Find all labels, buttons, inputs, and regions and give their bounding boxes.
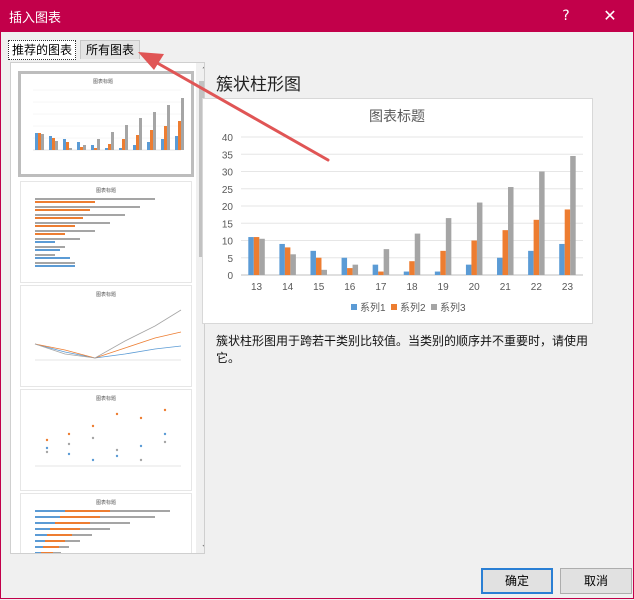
thumbnail-clustered-column-chart: 图表标题	[33, 78, 184, 151]
bar-系列1-21	[497, 257, 503, 275]
y-tick-label: 10	[222, 237, 234, 248]
thumbnail-clustered-bar[interactable]: 图表标题	[20, 181, 192, 283]
bar-系列2-14	[284, 247, 291, 275]
bar-系列2-22	[533, 219, 540, 275]
thumbnail-title: 图表标题	[96, 499, 116, 506]
thumbnail-bars	[35, 98, 184, 150]
chart-description: 簇状柱形图用于跨若干类别比较值。当类别的顺序并不重要时，请使用它。	[216, 334, 589, 365]
bar-系列2-16	[347, 268, 353, 275]
bar-系列1-14	[279, 243, 285, 275]
x-tick-label: 23	[562, 282, 574, 293]
bar-系列1-15	[310, 250, 316, 275]
thumbnail-stacked-bar-chart: 图表标题	[35, 499, 170, 553]
chart-thumbnail-list: 图表标题 图表标题 图表标题 图表标题 图表标题	[10, 62, 205, 554]
thumbnail-clustered-column[interactable]: 图表标题	[18, 71, 194, 177]
bar-系列3-18	[414, 233, 421, 275]
bar-系列3-13	[259, 238, 265, 275]
legend-swatch	[431, 304, 437, 310]
thumbnail-title: 图表标题	[96, 395, 116, 402]
thumbnail-scatter-chart: 图表标题	[35, 395, 181, 467]
x-tick-label: 19	[438, 282, 450, 293]
legend-label: 系列1	[360, 301, 386, 314]
bar-系列1-13	[248, 237, 254, 275]
legend-label: 系列3	[440, 301, 466, 314]
tab-recommended-charts[interactable]: 推荐的图表	[8, 40, 77, 60]
y-tick-label: 20	[222, 202, 234, 213]
bar-系列1-23	[559, 243, 565, 275]
bar-系列1-18	[403, 271, 410, 275]
bar-系列3-15	[321, 269, 327, 275]
scroll-up-icon[interactable]: ⌃	[196, 63, 204, 79]
thumbnail-clustered-bar-chart: 图表标题	[35, 187, 155, 267]
bar-系列3-22	[539, 171, 545, 275]
y-tick-label: 30	[222, 168, 234, 179]
ok-button[interactable]: 确定	[481, 568, 553, 594]
bar-系列1-22	[528, 250, 534, 275]
y-tick-label: 35	[222, 150, 234, 161]
thumbnail-title: 图表标题	[96, 291, 116, 298]
thumbnail-scatter[interactable]: 图表标题	[20, 389, 192, 491]
close-button[interactable]: ✕	[598, 5, 622, 27]
bar-系列1-17	[372, 264, 379, 275]
legend-swatch	[351, 304, 357, 310]
bar-系列1-16	[341, 257, 348, 275]
bar-系列3-20	[476, 202, 483, 275]
x-tick-label: 20	[469, 282, 481, 293]
tab-all-charts[interactable]: 所有图表	[80, 40, 141, 59]
bar-系列3-16	[352, 264, 359, 275]
chart-title: 图表标题	[369, 108, 425, 124]
legend-swatch	[391, 304, 397, 310]
legend-label: 系列2	[400, 301, 426, 314]
x-tick-label: 15	[313, 282, 325, 293]
bar-系列3-21	[508, 187, 514, 275]
help-button[interactable]: ?	[556, 5, 576, 27]
thumbnail-line-chart: 图表标题	[34, 291, 182, 361]
bar-系列1-19	[434, 271, 441, 275]
x-tick-label: 22	[531, 282, 543, 293]
bar-系列3-17	[383, 249, 390, 275]
y-tick-label: 0	[227, 271, 233, 282]
y-tick-label: 15	[222, 219, 234, 230]
thumbnail-line[interactable]: 图表标题	[20, 285, 192, 387]
x-tick-label: 17	[375, 282, 387, 293]
x-tick-label: 16	[344, 282, 356, 293]
bar-系列2-19	[440, 250, 446, 275]
thumbnail-hbars	[35, 198, 155, 267]
x-tick-label: 13	[251, 282, 263, 293]
preview-chart-svg: 图表标题 0 5 10 15 20 25 30 35 40 13 14 15 16 17 18 19 20 21 22…	[222, 108, 583, 314]
bar-系列2-13	[253, 237, 260, 275]
y-tick-label: 25	[222, 185, 234, 196]
bar-系列2-20	[471, 240, 477, 275]
bar-系列2-18	[409, 261, 415, 275]
bar-系列2-21	[502, 230, 509, 275]
chart-preview[interactable]: 图表标题 0 5 10 15 20 25 30 35 40 13 14 15 16 17 18 19 20 21 22…	[202, 98, 593, 324]
scroll-down-icon[interactable]: ⌄	[196, 537, 204, 553]
thumbnail-title: 图表标题	[96, 187, 116, 194]
x-tick-label: 21	[500, 282, 512, 293]
cancel-button[interactable]: 取消	[560, 568, 632, 594]
bar-系列3-23	[570, 155, 576, 275]
thumbnail-title: 图表标题	[93, 78, 113, 85]
bar-系列2-23	[564, 209, 571, 275]
y-tick-label: 5	[227, 254, 233, 265]
x-tick-label: 14	[282, 282, 294, 293]
bar-系列3-19	[445, 218, 452, 275]
title-bar: 插入图表 ? ✕	[0, 0, 634, 32]
thumbnail-stacked-bar[interactable]: 图表标题	[20, 493, 192, 553]
bar-系列2-17	[378, 271, 384, 275]
bar-系列3-14	[290, 254, 296, 275]
y-tick-label: 40	[222, 133, 234, 144]
chart-type-heading: 簇状柱形图	[216, 75, 301, 95]
x-tick-label: 18	[406, 282, 418, 293]
bar-系列1-20	[465, 264, 472, 275]
dialog-title: 插入图表	[9, 11, 62, 26]
bar-系列2-15	[315, 257, 322, 275]
